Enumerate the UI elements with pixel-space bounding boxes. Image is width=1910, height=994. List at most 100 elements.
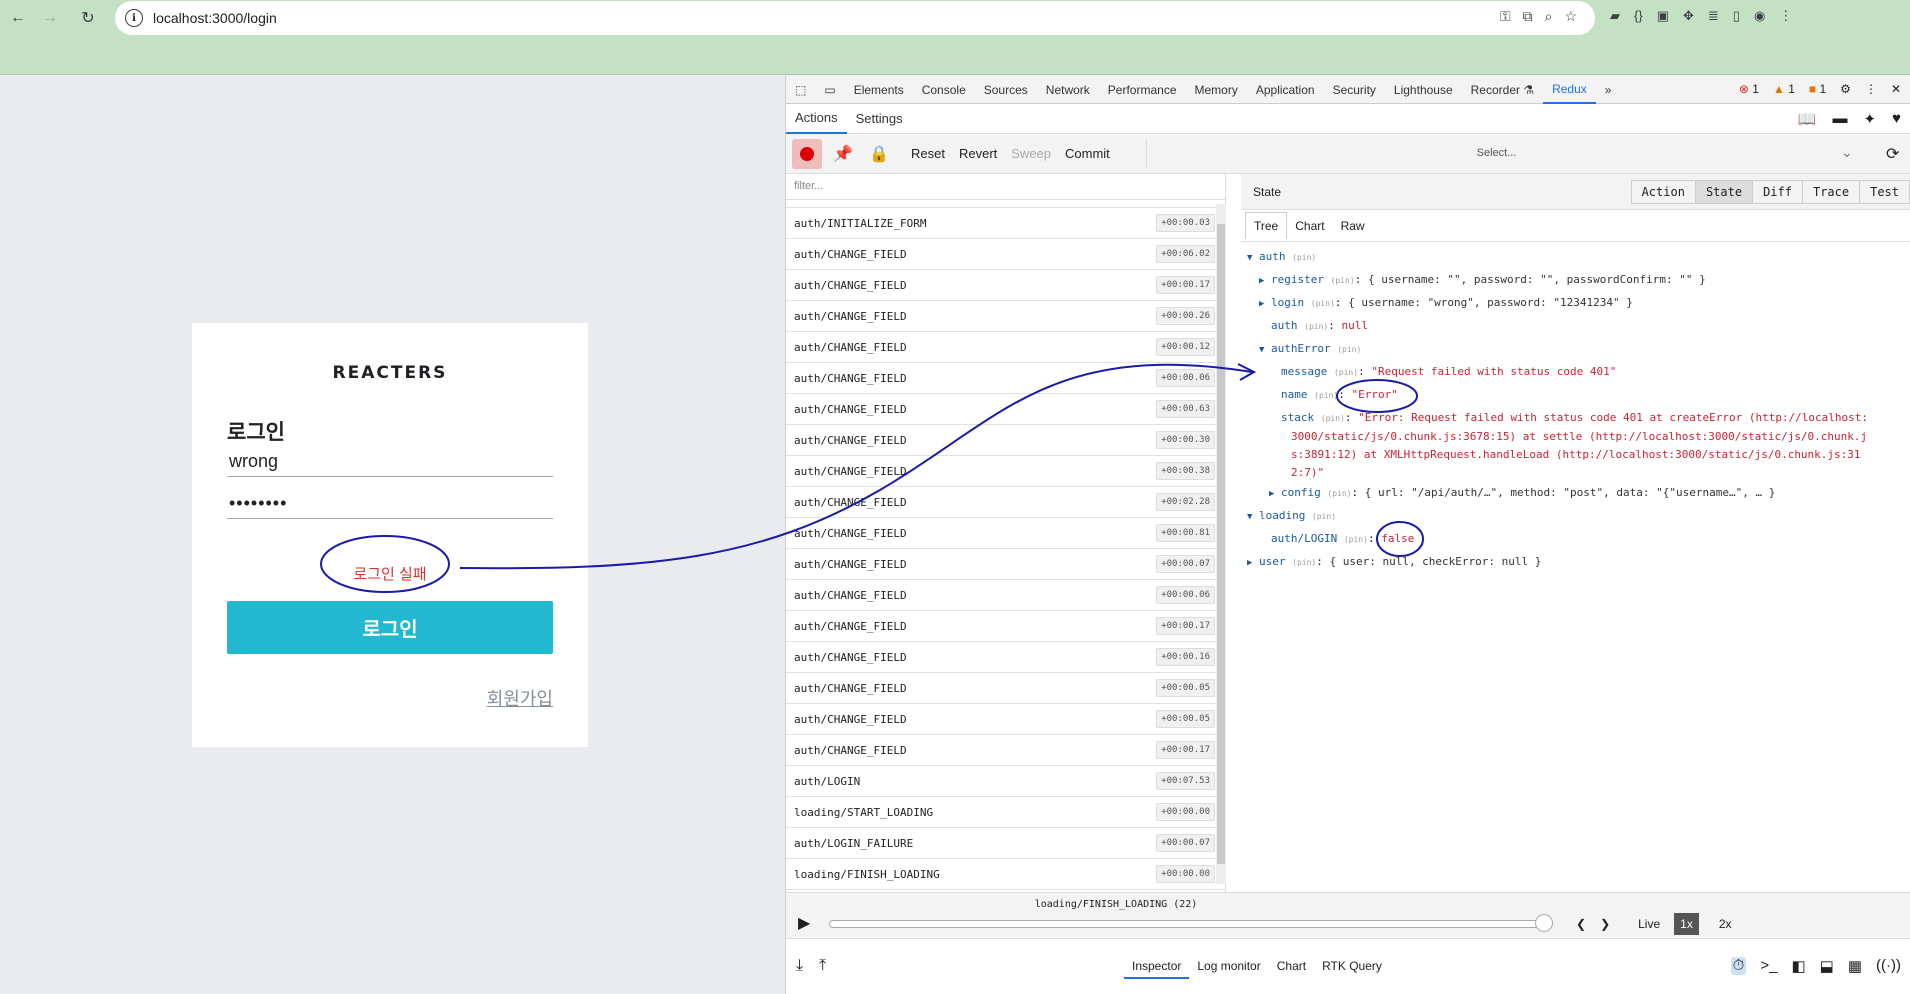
commit-button[interactable]: Commit (1058, 134, 1117, 174)
tab-sources[interactable]: Sources (975, 76, 1037, 104)
tree-node-auth-value[interactable]: auth (pin): null (1247, 315, 1910, 338)
issue-count-badge[interactable]: ■ 1 (1809, 82, 1826, 96)
action-row[interactable]: loading/FINISH_LOADING +00:00.00 (786, 859, 1225, 890)
action-row[interactable]: auth/CHANGE_FIELD +00:00.17 (786, 270, 1225, 301)
json-extension-icon[interactable]: {} (1634, 8, 1643, 24)
revert-button[interactable]: Revert (952, 134, 1004, 174)
dock-bottom-icon[interactable]: ⬓ (1820, 957, 1834, 975)
action-row[interactable]: auth/CHANGE_FIELD +00:00.81 (786, 518, 1225, 549)
tree-node-auth[interactable]: ▼ auth (pin) (1247, 246, 1910, 269)
action-row[interactable]: auth/CHANGE_FIELD +00:00.05 (786, 704, 1225, 735)
action-row[interactable]: loading/START_LOADING +00:00.00 (786, 797, 1225, 828)
tree-node-autherror[interactable]: ▼ authError (pin) (1247, 338, 1910, 361)
action-row[interactable]: auth/CHANGE_FIELD +00:00.05 (786, 673, 1225, 704)
tab-memory[interactable]: Memory (1186, 76, 1247, 104)
settings-gear-icon[interactable]: ⚙ (1840, 82, 1851, 96)
tab-application[interactable]: Application (1247, 76, 1324, 104)
scrollbar[interactable] (1216, 204, 1226, 884)
chevron-down-icon[interactable]: ⌄ (1841, 144, 1853, 161)
upload-icon[interactable]: ⤒ (819, 957, 826, 975)
tab-inspector[interactable]: Inspector (1124, 939, 1190, 979)
action-row[interactable]: auth/INITIALIZE_FORM +00:00.03 (786, 208, 1225, 239)
tab-console[interactable]: Console (913, 76, 975, 104)
step-forward-icon[interactable]: ❯ (1600, 917, 1610, 931)
record-button[interactable] (792, 138, 822, 169)
action-row[interactable]: auth/CHANGE_FIELD +00:00.30 (786, 425, 1225, 456)
login-button[interactable]: 로그인 (227, 601, 553, 654)
sync-icon[interactable]: ⟳ (1886, 144, 1899, 164)
twitter-icon[interactable]: ✦ (1864, 110, 1877, 128)
action-row[interactable]: auth/CHANGE_FIELD +00:00.06 (786, 363, 1225, 394)
tab-trace[interactable]: Trace (1803, 181, 1861, 203)
tab-test[interactable]: Test (1860, 181, 1910, 203)
action-row[interactable]: auth/CHANGE_FIELD +00:06.02 (786, 239, 1225, 270)
filter-input[interactable]: filter... (786, 174, 1225, 200)
download-icon[interactable]: ⤓ (796, 957, 803, 975)
tree-node-stack[interactable]: stack (pin): "Error: Request failed with… (1247, 407, 1910, 482)
media-icon[interactable]: ≣ (1708, 8, 1719, 24)
tab-chart[interactable]: Chart (1287, 213, 1332, 239)
terminal-icon[interactable]: >_ (1760, 957, 1777, 975)
tree-node-login[interactable]: ▶ login (pin): { username: "wrong", passw… (1247, 292, 1910, 315)
username-field[interactable] (227, 447, 553, 477)
key-icon[interactable]: ⚿ (1500, 8, 1511, 25)
puzzle-icon[interactable]: ✥ (1683, 8, 1694, 24)
tree-node-user[interactable]: ▶ user (pin): { user: null, checkError: n… (1247, 551, 1910, 574)
action-row[interactable]: auth/CHANGE_FIELD +00:00.16 (786, 642, 1225, 673)
lock-icon[interactable]: 🔒 (864, 139, 894, 169)
step-back-icon[interactable]: ❮ (1576, 917, 1586, 931)
action-row[interactable]: auth/CHANGE_FIELD +00:00.17 (786, 735, 1225, 766)
tab-action[interactable]: Action (1632, 181, 1696, 203)
tab-chart-monitor[interactable]: Chart (1269, 939, 1314, 979)
back-button[interactable]: ← (6, 6, 30, 30)
reload-button[interactable]: ↻ (76, 6, 100, 30)
tab-lighthouse[interactable]: Lighthouse (1385, 76, 1462, 104)
extension-icon[interactable]: ▣ (1657, 8, 1669, 24)
site-info-icon[interactable]: i (125, 9, 143, 27)
device-toolbar-icon[interactable]: ▭ (815, 76, 844, 104)
tab-diff[interactable]: Diff (1753, 181, 1803, 203)
tab-recorder[interactable]: Recorder ⚗ (1462, 76, 1543, 104)
remote-icon[interactable]: ((·)) (1876, 957, 1901, 975)
tree-node-config[interactable]: ▶ config (pin): { url: "/api/auth/…", met… (1247, 482, 1910, 505)
action-row[interactable]: auth/CHANGE_FIELD +00:00.38 (786, 456, 1225, 487)
tab-actions[interactable]: Actions (786, 104, 847, 134)
action-row[interactable]: auth/CHANGE_FIELD +00:00.12 (786, 332, 1225, 363)
tab-raw[interactable]: Raw (1333, 213, 1373, 239)
tab-security[interactable]: Security (1324, 76, 1385, 104)
action-row[interactable]: auth/LOGIN_FAILURE +00:00.07 (786, 828, 1225, 859)
tab-rtk-query[interactable]: RTK Query (1314, 939, 1390, 979)
sidebar-icon[interactable]: ▯ (1733, 8, 1740, 24)
reset-button[interactable]: Reset (904, 134, 952, 174)
chat-icon[interactable]: ▬ (1833, 110, 1848, 128)
action-row[interactable]: auth/CHANGE_FIELD +00:00.63 (786, 394, 1225, 425)
tree-node-register[interactable]: ▶ register (pin): { username: "", passwor… (1247, 269, 1910, 292)
tree-node-auth-login[interactable]: auth/LOGIN (pin): false (1247, 528, 1910, 551)
open-in-new-icon[interactable]: ⧉ (1523, 8, 1533, 25)
speed-1x-button[interactable]: 1x (1674, 913, 1699, 935)
password-field[interactable] (227, 489, 553, 519)
forward-button[interactable]: → (38, 6, 62, 30)
speed-2x-button[interactable]: 2x (1713, 913, 1738, 935)
tab-state[interactable]: State (1695, 181, 1754, 203)
tab-settings[interactable]: Settings (847, 104, 912, 134)
zoom-icon[interactable]: ⌕ (1545, 8, 1553, 25)
menu-icon[interactable]: ⋮ (1779, 8, 1792, 24)
close-icon[interactable]: ✕ (1891, 82, 1901, 96)
action-row[interactable]: auth/CHANGE_FIELD +00:00.17 (786, 611, 1225, 642)
tab-log-monitor[interactable]: Log monitor (1189, 939, 1268, 979)
tab-tree[interactable]: Tree (1245, 212, 1288, 239)
tab-redux[interactable]: Redux (1543, 76, 1596, 104)
signup-link[interactable]: 회원가입 (487, 685, 553, 711)
tree-node-loading[interactable]: ▼ loading (pin) (1247, 505, 1910, 528)
play-icon[interactable]: ▶ (798, 913, 810, 933)
action-row[interactable]: auth/CHANGE_FIELD +00:00.06 (786, 580, 1225, 611)
error-count-badge[interactable]: ⊗ 1 (1739, 82, 1759, 96)
warning-count-badge[interactable]: ▲ 1 (1773, 82, 1795, 96)
brand-logo[interactable]: REACTERS (192, 363, 588, 383)
more-tabs-icon[interactable]: » (1596, 76, 1621, 104)
profile-avatar[interactable]: ◉ (1754, 8, 1765, 24)
extension-icon[interactable]: ▰ (1610, 8, 1620, 24)
sweep-button[interactable]: Sweep (1004, 134, 1058, 174)
book-icon[interactable]: 📖 (1798, 110, 1817, 128)
